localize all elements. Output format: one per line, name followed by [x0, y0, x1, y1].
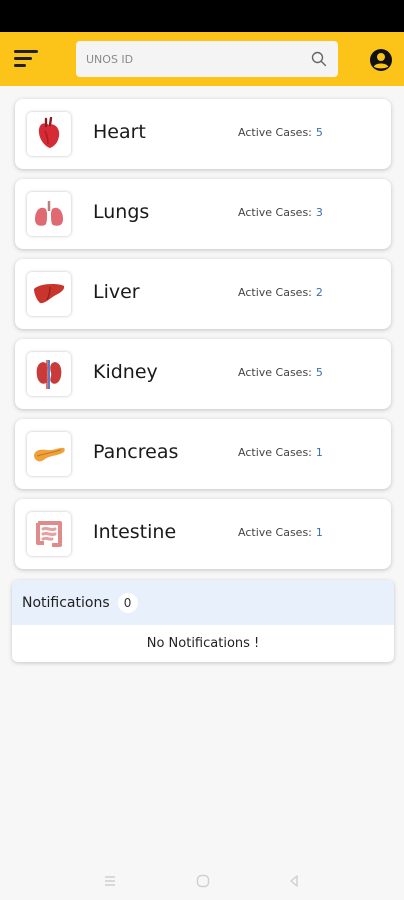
- active-cases: Active Cases: 5: [238, 366, 323, 379]
- home-icon[interactable]: [195, 873, 211, 889]
- system-nav-bar: [0, 862, 404, 900]
- case-count: 1: [315, 526, 323, 539]
- organ-name: Lungs: [93, 201, 150, 223]
- organ-name: Liver: [93, 281, 140, 303]
- active-cases: Active Cases: 1: [238, 446, 323, 459]
- search-icon[interactable]: [310, 50, 328, 68]
- lungs-icon: [27, 192, 71, 236]
- case-count: 5: [315, 366, 323, 379]
- search-bar[interactable]: [76, 41, 338, 77]
- organ-card-pancreas[interactable]: Pancreas Active Cases: 1: [15, 419, 391, 489]
- organ-card-kidney[interactable]: Kidney Active Cases: 5: [15, 339, 391, 409]
- menu-icon[interactable]: [14, 48, 40, 70]
- organ-name: Intestine: [93, 521, 177, 543]
- case-count: 5: [315, 126, 323, 139]
- case-count: 3: [315, 206, 323, 219]
- status-bar: [0, 0, 404, 32]
- notifications-count-badge: 0: [117, 592, 138, 613]
- case-count: 2: [315, 286, 323, 299]
- organ-card-lungs[interactable]: Lungs Active Cases: 3: [15, 179, 391, 249]
- account-icon[interactable]: [369, 48, 393, 72]
- active-cases: Active Cases: 2: [238, 286, 323, 299]
- organ-card-intestine[interactable]: Intestine Active Cases: 1: [15, 499, 391, 569]
- liver-icon: [27, 272, 71, 316]
- back-icon[interactable]: [286, 873, 302, 889]
- organ-card-liver[interactable]: Liver Active Cases: 2: [15, 259, 391, 329]
- active-cases: Active Cases: 5: [238, 126, 323, 139]
- recent-apps-icon[interactable]: [102, 873, 118, 889]
- search-input[interactable]: [86, 52, 310, 66]
- organ-card-heart[interactable]: Heart Active Cases: 5: [15, 99, 391, 169]
- active-cases: Active Cases: 1: [238, 526, 323, 539]
- notifications-header[interactable]: Notifications 0: [12, 580, 394, 625]
- organ-name: Heart: [93, 121, 146, 143]
- pancreas-icon: [27, 432, 71, 476]
- heart-icon: [27, 112, 71, 156]
- active-cases: Active Cases: 3: [238, 206, 323, 219]
- notifications-title: Notifications: [22, 594, 110, 611]
- kidney-icon: [27, 352, 71, 396]
- organ-name: Pancreas: [93, 441, 179, 463]
- empty-notifications-message: No Notifications !: [146, 636, 260, 651]
- notifications-panel: Notifications 0 No Notifications !: [12, 580, 394, 662]
- app-bar: [0, 32, 404, 86]
- intestine-icon: [27, 512, 71, 556]
- case-count: 1: [315, 446, 323, 459]
- organ-name: Kidney: [93, 361, 158, 383]
